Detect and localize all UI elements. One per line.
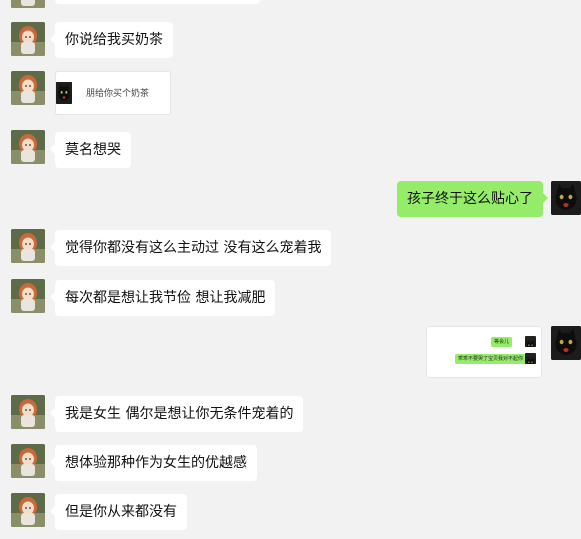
received-message: 想体验那种作为女生的优越感 — [50, 445, 257, 481]
girl-avatar-icon[interactable] — [11, 493, 45, 527]
screenshot-image-message[interactable]: 等会儿 乖乖不要哭了宝贝我对不起你 — [426, 326, 542, 378]
nested-sent-message: 等会儿 — [491, 337, 513, 347]
girl-avatar-icon[interactable] — [11, 395, 45, 429]
cat-avatar-icon — [56, 82, 72, 104]
received-message: 觉得你都没有这么主动过 没有这么宠着我 — [49, 230, 332, 266]
image-message[interactable]: 朋给你买个奶茶 — [55, 71, 171, 115]
nested-sent-message: 乖乖不要哭了宝贝我对不起你 — [455, 354, 527, 364]
image-message-text: 朋给你买个奶茶 — [86, 89, 150, 99]
received-message: 你说给我买奶茶 — [50, 22, 173, 58]
nested-cat-avatar-icon — [525, 336, 536, 347]
girl-avatar-icon[interactable] — [11, 279, 45, 313]
received-message: 我是女生 偶尔是想让你无条件宠着的 — [49, 396, 304, 432]
received-message: 但是你从来都没有 — [50, 494, 187, 530]
received-message: 莫名想哭 — [50, 132, 131, 168]
cat-avatar-icon[interactable] — [551, 326, 581, 360]
nested-cat-avatar-icon — [525, 353, 536, 364]
cat-avatar-icon[interactable] — [551, 181, 581, 215]
girl-avatar-icon[interactable] — [11, 0, 45, 8]
girl-avatar-icon[interactable] — [11, 22, 45, 56]
message-bubble-partial — [55, 0, 260, 4]
girl-avatar-icon[interactable] — [11, 130, 45, 164]
girl-avatar-icon[interactable] — [11, 444, 45, 478]
sent-message: 孩子终于这么贴心了 — [397, 181, 548, 217]
girl-avatar-icon[interactable] — [11, 71, 45, 105]
received-message: 每次都是想让我节俭 想让我减肥 — [49, 280, 276, 316]
girl-avatar-icon[interactable] — [11, 229, 45, 263]
